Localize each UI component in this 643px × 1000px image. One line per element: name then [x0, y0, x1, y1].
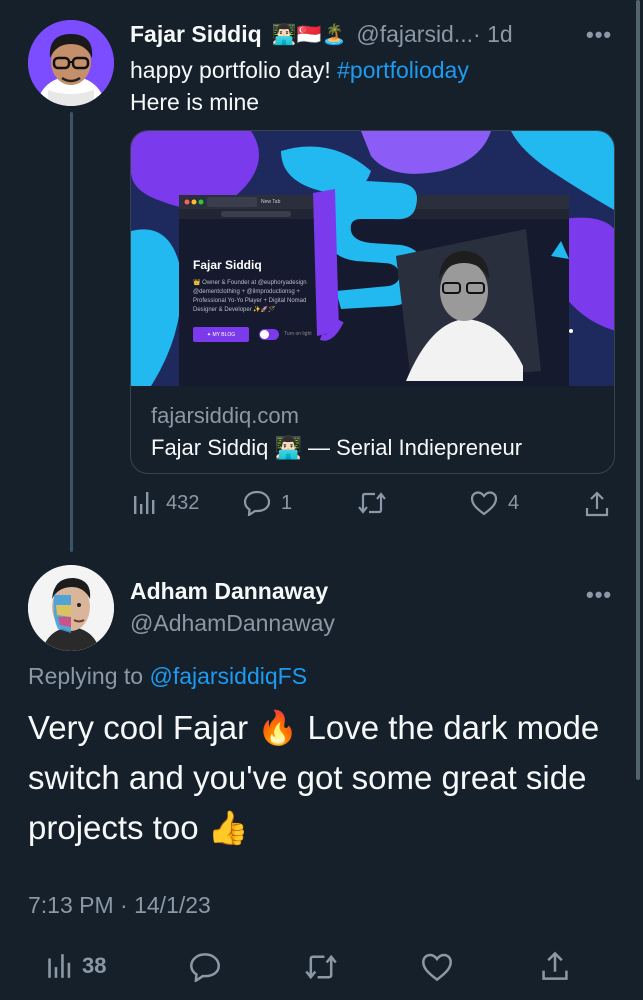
avatar-fajar-image [28, 20, 114, 106]
reply-more-icon[interactable]: ••• [586, 582, 612, 608]
tweet-text: happy portfolio day! #portfolioday Here … [130, 54, 469, 118]
views-icon [48, 954, 71, 978]
views-icon [134, 492, 155, 514]
link-preview-image[interactable]: New Tab Fajar Siddiq 👑 Owner & Founder a… [131, 131, 614, 386]
reply-text: Very cool Fajar 🔥 Love the dark mode swi… [28, 709, 600, 846]
hashtag-link[interactable]: #portfolioday [337, 57, 469, 83]
author-handle[interactable]: @fajarsid... [356, 21, 473, 48]
reply-retweet-action[interactable] [304, 952, 338, 982]
retweet-icon [305, 954, 337, 980]
reply-views-count: 38 [82, 953, 107, 978]
replies-count: 1 [281, 491, 293, 514]
tweet-time[interactable]: · 1d [473, 21, 513, 48]
reply-action[interactable]: 1 [243, 490, 292, 516]
likes-count: 4 [508, 491, 520, 514]
card-title: Fajar Siddiq 👨🏻‍💻 — Serial Indiepreneur [151, 435, 523, 460]
preview-bio-line2: @dementclothing + @ilmproductionsg + [193, 289, 300, 295]
like-action[interactable]: 4 [470, 490, 519, 516]
preview-blog-button: ✦ MY BLOG [193, 327, 249, 342]
reply-author-handle[interactable]: @AdhamDannaway [130, 610, 335, 637]
avatar-fajar[interactable] [28, 20, 114, 106]
reply-views-action[interactable]: 38 [46, 952, 106, 980]
replying-to: Replying to @fajarsiddiqFS [28, 663, 307, 690]
tweet-original[interactable]: Fajar Siddiq 👨🏻‍💻🇸🇬🏝️ @fajarsid... · 1d … [0, 0, 643, 555]
share-icon [585, 491, 609, 517]
author-emojis: 👨🏻‍💻🇸🇬🏝️ [271, 23, 347, 46]
preview-bio-line4: Designer & Developer ✨🚀🪄 [193, 307, 276, 313]
tweet-text-line2: Here is mine [130, 89, 260, 115]
replying-prefix: Replying to [28, 663, 150, 689]
share-icon [542, 951, 568, 980]
like-icon [422, 953, 452, 982]
retweet-action[interactable] [357, 490, 387, 516]
reply-icon [243, 490, 271, 516]
avatar-adham-image [28, 565, 114, 651]
reply-icon [190, 953, 220, 982]
preview-site-name: Fajar Siddiq [193, 258, 262, 272]
views-action[interactable]: 432 [132, 490, 199, 516]
reply-author-name[interactable]: Adham Dannaway [130, 578, 328, 605]
reply-reply-action[interactable] [189, 952, 221, 982]
preview-browser-tab: New Tab [261, 199, 281, 205]
tweet-text-line1: happy portfolio day! [130, 57, 338, 83]
avatar-adham[interactable] [28, 565, 114, 651]
more-icon[interactable]: ••• [586, 22, 612, 48]
retweet-icon [358, 492, 386, 514]
reply-timestamp[interactable]: 7:13 PM · 14/1/23 [28, 892, 211, 919]
tweet-header: Fajar Siddiq 👨🏻‍💻🇸🇬🏝️ @fajarsid... · 1d [130, 18, 630, 50]
preview-toggle-switch [259, 329, 279, 340]
preview-bio: 👑 Owner & Founder at @euphoryadesign @de… [193, 279, 323, 315]
card-domain: fajarsiddiq.com [151, 403, 299, 428]
link-preview-card[interactable]: New Tab Fajar Siddiq 👑 Owner & Founder a… [130, 130, 615, 474]
replying-mention-link[interactable]: @fajarsiddiqFS [149, 663, 307, 689]
preview-bio-line3: Professional Yo-Yo Player + Digital Noma… [193, 298, 307, 304]
share-action[interactable] [584, 490, 610, 518]
views-count: 432 [166, 491, 200, 514]
preview-toggle-label: Turn on light [284, 331, 312, 337]
preview-bio-line1: 👑 Owner & Founder at @euphoryadesign [193, 280, 307, 286]
like-icon [470, 491, 498, 516]
reply-like-action[interactable] [421, 952, 453, 982]
reply-share-action[interactable] [540, 950, 570, 982]
author-name[interactable]: Fajar Siddiq [130, 21, 262, 48]
